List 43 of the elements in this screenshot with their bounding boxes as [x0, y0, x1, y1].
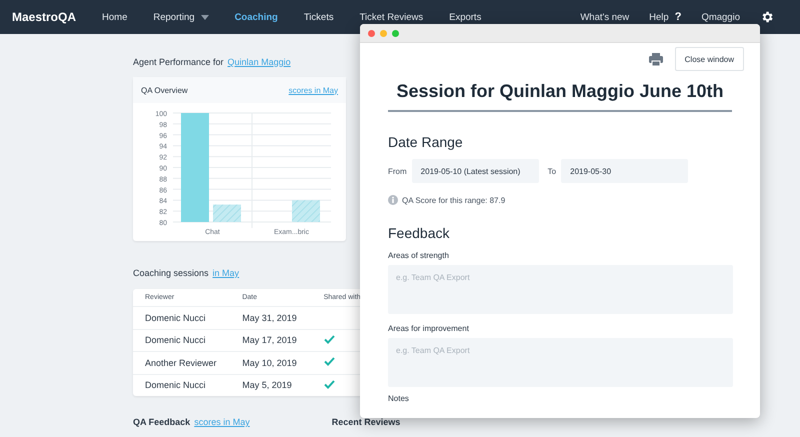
from-label: From [388, 166, 407, 176]
nav-link[interactable]: Home [102, 12, 128, 22]
info-icon [388, 195, 398, 205]
table-cell-text: Another Reviewer [145, 358, 218, 368]
section-label: Agent Performance for [133, 57, 224, 69]
nav-link[interactable]: Coaching [234, 12, 278, 22]
feedback-field[interactable]: e.g. Team QA Export [388, 265, 733, 314]
close-dot-icon[interactable] [368, 30, 375, 36]
print-icon[interactable] [648, 52, 663, 66]
to-date-field[interactable]: 2019-05-30 [561, 159, 688, 183]
maximize-dot-icon[interactable] [392, 30, 399, 36]
session-title: Session for Quinlan Maggio June 10th [395, 81, 725, 102]
nav-link[interactable]: Exports [449, 12, 482, 22]
logo[interactable]: MaestroQA [12, 10, 76, 24]
minimize-dot-icon[interactable] [380, 30, 387, 36]
field-label: Areas of strength [388, 251, 450, 260]
section-heading: Date Range [388, 134, 464, 150]
table-cell-text: May 10, 2019 [242, 358, 298, 368]
field-label: Notes [388, 394, 410, 403]
section-label: QA Feedback [133, 417, 190, 427]
table-cell-text: May 5, 2019 [242, 380, 293, 390]
card-title: QA Overview [141, 86, 188, 94]
table-cell-text: Domenic Nucci [145, 335, 207, 346]
score-text: QA Score for this range: 87.9 [402, 196, 506, 204]
table-cell-text: Domenic Nucci [145, 312, 207, 323]
nav-link[interactable]: Help ? [649, 11, 682, 23]
nav-link[interactable]: Tickets [304, 12, 334, 22]
table-cell-text: May 17, 2019 [242, 335, 298, 346]
nav-link[interactable]: Qmaggio [701, 12, 740, 22]
nav-link[interactable]: What's new [580, 12, 630, 22]
table-cell-text: Domenic Nucci [145, 380, 207, 390]
section-label: Coaching sessions [133, 268, 209, 280]
nav-link[interactable]: Ticket Reviews [360, 12, 424, 22]
feedback-field[interactable]: e.g. Team QA Export [388, 338, 733, 387]
section-label: Recent Reviews [332, 417, 400, 427]
settings-icon[interactable] [760, 10, 774, 24]
to-label: To [548, 166, 556, 176]
field-label: Areas for improvement [388, 324, 470, 333]
nav-link[interactable]: Reporting [153, 12, 209, 22]
section-heading: Feedback [388, 225, 450, 241]
table-cell-text: May 31, 2019 [242, 312, 298, 323]
from-date-field[interactable]: 2019-05-10 (Latest session) [412, 159, 539, 183]
close-window-button[interactable]: Close window [674, 47, 744, 71]
